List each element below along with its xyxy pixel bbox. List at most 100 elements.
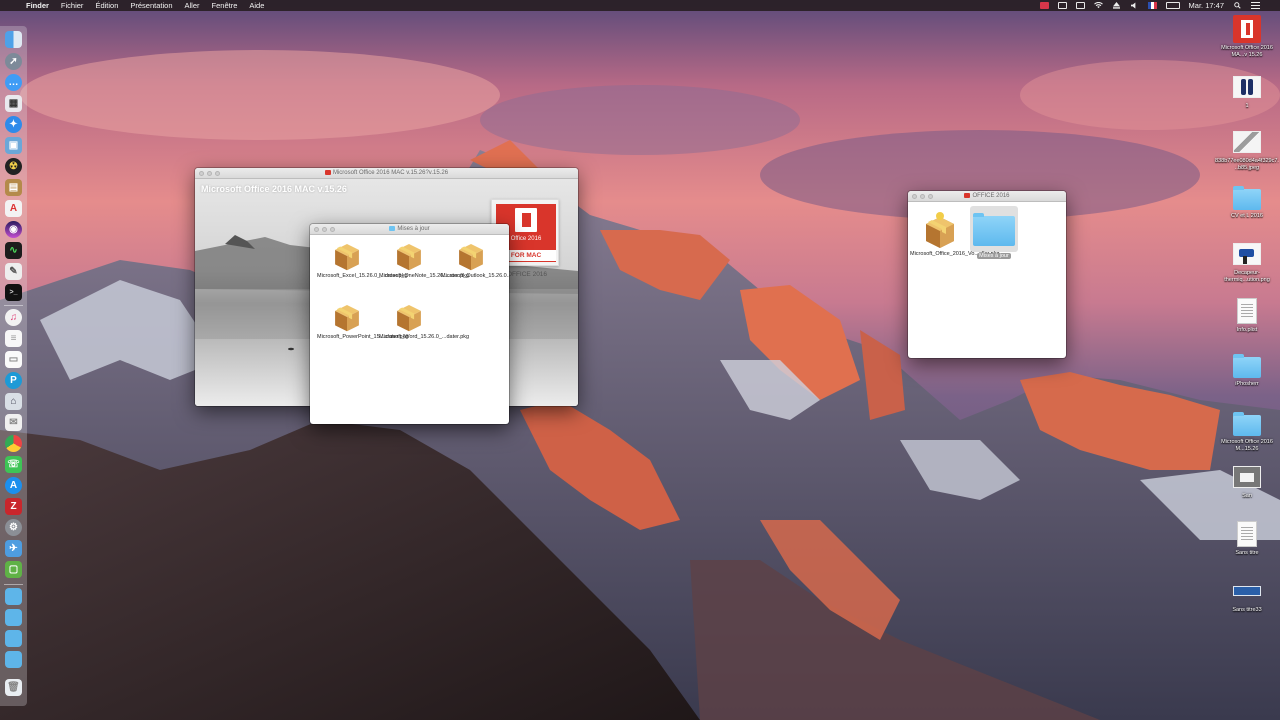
package-item-excel[interactable]: Microsoft_Excel_15.26.0_...dater.pkg: [317, 238, 408, 280]
office-2016-window[interactable]: OFFICE 2016 Microsoft_Office_2016_Vo...e…: [908, 191, 1066, 358]
window-title: Mises à jour: [397, 226, 430, 232]
desktop-item-iphosherr-folder[interactable]: iPhosherr: [1215, 351, 1279, 388]
package-icon: [397, 304, 421, 332]
zoom-button[interactable]: [928, 194, 933, 199]
record-icon[interactable]: [1039, 2, 1049, 9]
image-icon: [1233, 586, 1261, 596]
package-item-outlook[interactable]: Microsoft_Outlook_15.26.0...ater.pkg: [441, 238, 509, 280]
minimize-button[interactable]: [322, 227, 327, 232]
window-icon[interactable]: [1075, 2, 1085, 9]
dock: ➚ … ▦ ✦ ▣ ☢ ▤ A ◉ ∿ ✎ >_ ♫ ≡ ▭ P ⌂ ✉ ☏ A…: [0, 26, 27, 706]
image-icon: [1233, 131, 1261, 153]
desktop-item-office-app[interactable]: Microsoft Office 2016 MA...v 15.26: [1215, 15, 1279, 59]
dock-itunes-icon[interactable]: ♫: [5, 309, 22, 326]
menu-fenetre[interactable]: Fenêtre: [206, 0, 244, 11]
dock-folder-icon[interactable]: [5, 609, 22, 626]
dock-radiation-icon[interactable]: ☢: [5, 158, 22, 175]
desktop-item-office-folder[interactable]: Microsoft Office 2016 M...15.26: [1215, 409, 1279, 453]
desktop-item-label: Sans titre: [1235, 550, 1259, 556]
folder-icon: [389, 225, 396, 231]
dock-pages-icon[interactable]: ▭: [5, 351, 22, 368]
office-logo-icon: [515, 208, 537, 232]
menu-fichier[interactable]: Fichier: [55, 0, 90, 11]
updates-folder-item[interactable]: Mises à jour: [964, 206, 1024, 260]
eject-icon[interactable]: [1112, 2, 1121, 9]
updates-window[interactable]: Mises à jour Microsoft_Excel_15.26.0_...…: [310, 224, 509, 424]
window-titlebar[interactable]: Microsoft Office 2016 MAC v.15.26?v.15.2…: [195, 168, 578, 179]
menu-aller[interactable]: Aller: [179, 0, 206, 11]
package-item-powerpoint[interactable]: Microsoft_PowerPoint_15....dater.pkg: [317, 299, 409, 341]
close-button[interactable]: [314, 227, 319, 232]
desktop-item-label: Decapeur-thermiq...ution.png: [1224, 270, 1270, 283]
document-icon: [1237, 298, 1257, 324]
volume-icon: [964, 192, 971, 198]
dock-launchpad-icon[interactable]: ➚: [5, 53, 22, 70]
dock-textedit-icon[interactable]: A: [5, 200, 22, 217]
desktop-item-cv-folder[interactable]: CV et L 2016: [1215, 183, 1279, 220]
window-titlebar[interactable]: Mises à jour: [310, 224, 509, 235]
volume-icon[interactable]: [1130, 2, 1139, 9]
dock-whatsapp-icon[interactable]: ☏: [5, 456, 22, 473]
close-button[interactable]: [912, 194, 917, 199]
menu-presentation[interactable]: Présentation: [124, 0, 178, 11]
desktop-item-image-1[interactable]: 1: [1215, 73, 1279, 110]
dock-notes-icon[interactable]: ✉: [5, 414, 22, 431]
dock-folder-icon[interactable]: [5, 651, 22, 668]
package-grid: Microsoft_Excel_15.26.0_...dater.pkg Mic…: [310, 235, 509, 424]
image-icon: [1233, 76, 1261, 98]
package-label: Microsoft_Office_2016_Vo...eller.pkg: [910, 251, 1000, 257]
installer-package-item[interactable]: Microsoft_Office_2016_Vo...eller.pkg: [910, 210, 1000, 258]
menu-finder[interactable]: Finder: [20, 0, 55, 11]
minimize-button[interactable]: [920, 194, 925, 199]
menu-aide[interactable]: Aide: [243, 0, 270, 11]
battery-icon[interactable]: [1165, 2, 1180, 9]
desktop-item-sans-titre33[interactable]: Sans titre33: [1215, 577, 1279, 614]
close-button[interactable]: [199, 171, 204, 176]
dock-activity-monitor-icon[interactable]: ∿: [5, 242, 22, 259]
desktop-item-label: Info.plist: [1236, 327, 1258, 333]
dock-notes-icon[interactable]: ≡: [5, 330, 22, 347]
dock-terminal-icon[interactable]: >_: [5, 284, 22, 301]
desktop-item-info-plist[interactable]: Info.plist: [1215, 297, 1279, 334]
package-label: Microsoft_PowerPoint_15....dater.pkg: [317, 334, 409, 340]
dock-script-editor-icon[interactable]: ✎: [5, 263, 22, 280]
dock-chrome-icon[interactable]: [5, 435, 22, 452]
dock-notes-icon[interactable]: ▤: [5, 179, 22, 196]
dock-photos-icon[interactable]: ▦: [5, 95, 22, 112]
spotlight-search-icon[interactable]: [1233, 2, 1242, 9]
menu-clock[interactable]: Mar. 17:47: [1189, 0, 1224, 11]
dock-siri-icon[interactable]: ◉: [5, 221, 22, 238]
desktop-item-label: Microsoft Office 2016 M...15.26: [1221, 439, 1273, 452]
dock-app-store-icon[interactable]: A: [5, 477, 22, 494]
window-titlebar[interactable]: OFFICE 2016: [908, 191, 1066, 202]
zoom-button[interactable]: [330, 227, 335, 232]
dock-mail-icon[interactable]: ✈: [5, 540, 22, 557]
dock-folder-icon[interactable]: [5, 588, 22, 605]
notification-center-icon[interactable]: [1251, 2, 1260, 9]
dock-preview-icon[interactable]: ▣: [5, 137, 22, 154]
dock-trash-icon[interactable]: 🗑: [5, 679, 22, 696]
dock-finder-icon[interactable]: [5, 31, 22, 48]
menu-edition[interactable]: Édition: [89, 0, 124, 11]
dock-system-preferences-icon[interactable]: ⚙: [5, 519, 22, 536]
dock-messages-icon[interactable]: …: [5, 74, 22, 91]
dock-folder-icon[interactable]: [5, 630, 22, 647]
wifi-icon[interactable]: [1093, 2, 1103, 9]
dock-tool-icon[interactable]: ⌂: [5, 393, 22, 410]
desktop-item-decapeur-png[interactable]: Decapeur-thermiq...ution.png: [1215, 240, 1279, 284]
package-item-onenote[interactable]: Microsoft_OneNote_15.26....ater.pkg: [379, 238, 469, 280]
desktop-item-jpeg[interactable]: 838b77ee080d4a4f329c7...b85.jpeg: [1215, 128, 1279, 172]
zoom-button[interactable]: [215, 171, 220, 176]
disk-image-icon: [324, 169, 331, 175]
package-item-word[interactable]: Microsoft_Word_15.26.0_...dater.pkg: [379, 299, 469, 341]
package-label: Microsoft_OneNote_15.26....ater.pkg: [379, 273, 469, 279]
dock-filezilla-icon[interactable]: Z: [5, 498, 22, 515]
desktop-item-san[interactable]: San: [1215, 463, 1279, 500]
screen-mirroring-icon[interactable]: [1057, 2, 1067, 9]
dock-mobile-icon[interactable]: ▢: [5, 561, 22, 578]
desktop-item-sans-titre[interactable]: Sans titre: [1215, 520, 1279, 557]
dock-p-app-icon[interactable]: P: [5, 372, 22, 389]
minimize-button[interactable]: [207, 171, 212, 176]
dock-safari-icon[interactable]: ✦: [5, 116, 22, 133]
input-source-flag-icon[interactable]: [1147, 2, 1157, 9]
